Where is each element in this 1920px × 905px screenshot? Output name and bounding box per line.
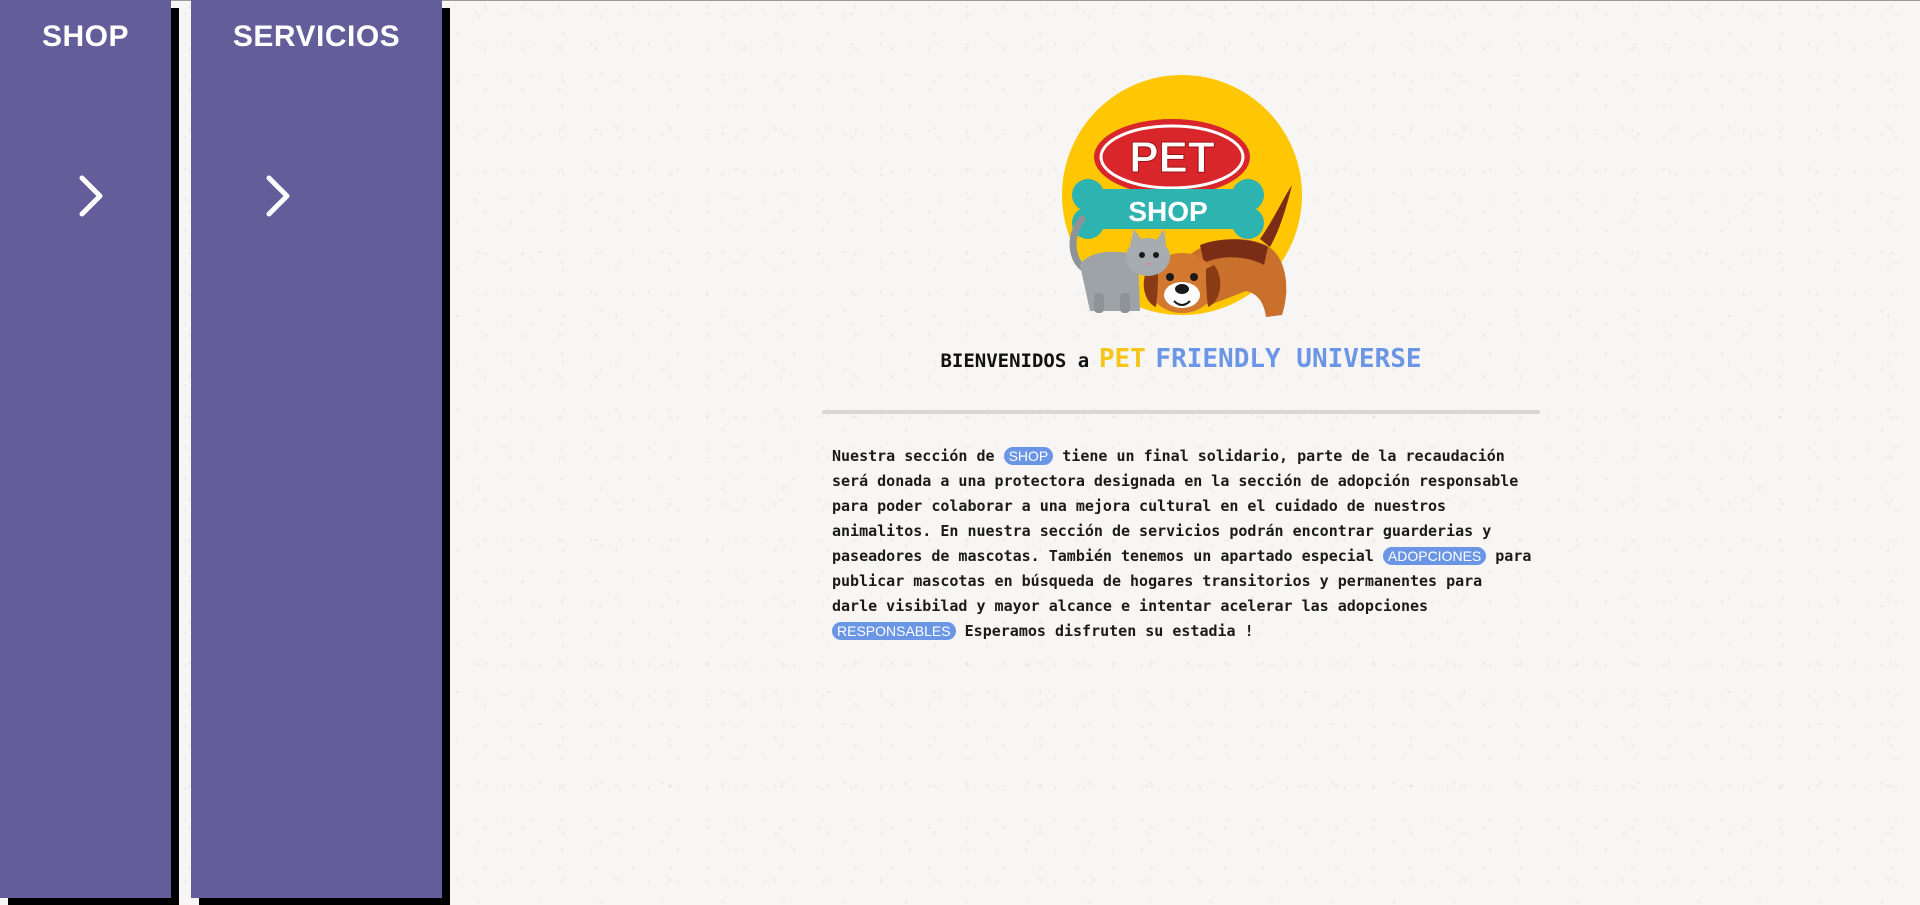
intro-text-1: Nuestra sección de bbox=[832, 447, 1004, 465]
responsables-badge: RESPONSABLES bbox=[832, 622, 956, 640]
pet-shop-logo: PET SHOP bbox=[1062, 75, 1302, 317]
intro-text-4: Esperamos disfruten su estadia ! bbox=[955, 622, 1254, 640]
svg-text:SHOP: SHOP bbox=[1128, 196, 1207, 227]
shop-badge: SHOP bbox=[1003, 447, 1054, 465]
svg-text:PET: PET bbox=[1129, 133, 1215, 182]
chevron-right-icon[interactable] bbox=[76, 174, 106, 218]
welcome-heading: BIENVENIDOS a PET FRIENDLY UNIVERSE bbox=[0, 344, 1920, 374]
welcome-word-pet: PET bbox=[1098, 344, 1146, 374]
welcome-word-friendly-universe: FRIENDLY UNIVERSE bbox=[1155, 344, 1422, 374]
section-divider bbox=[822, 410, 1540, 414]
chevron-right-icon[interactable] bbox=[263, 174, 293, 218]
welcome-prefix: BIENVENIDOS a bbox=[940, 350, 1090, 372]
nav-title-servicios: SERVICIOS bbox=[232, 20, 401, 53]
intro-paragraph: Nuestra sección de SHOP tiene un final s… bbox=[832, 444, 1532, 644]
nav-title-shop: SHOP bbox=[41, 20, 130, 53]
nav-panel-shop[interactable]: SHOP bbox=[0, 0, 171, 898]
nav-panel-servicios[interactable]: SERVICIOS bbox=[191, 0, 442, 898]
adopciones-badge: ADOPCIONES bbox=[1382, 547, 1487, 565]
